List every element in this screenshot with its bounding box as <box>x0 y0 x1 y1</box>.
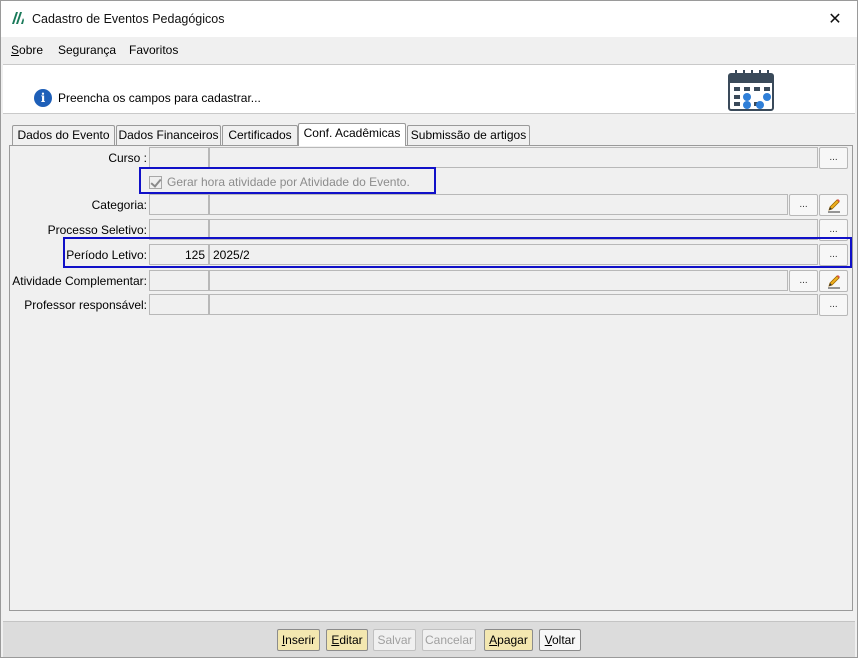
menu-bar: Sobre Segurança Favoritos <box>1 37 857 63</box>
categoria-label: Categoria: <box>91 198 147 212</box>
curso-lookup-button[interactable]: ... <box>819 147 848 169</box>
periodo-letivo-label: Período Letivo: <box>66 248 147 262</box>
tab-dados-financeiros[interactable]: Dados Financeiros <box>116 125 221 145</box>
menu-sobre[interactable]: Sobre <box>11 43 43 57</box>
atividade-complementar-edit-button[interactable] <box>819 270 848 292</box>
professor-responsavel-lookup-button[interactable]: ... <box>819 294 848 316</box>
categoria-lookup-button[interactable]: ... <box>789 194 818 216</box>
atividade-complementar-code-field[interactable] <box>149 270 209 291</box>
tab-dados-do-evento[interactable]: Dados do Evento <box>12 125 115 145</box>
close-icon: ✕ <box>828 11 842 28</box>
curso-label: Curso : <box>108 151 147 165</box>
calendar-icon <box>728 70 774 111</box>
info-panel: i Preencha os campos para cadastrar... <box>3 64 855 114</box>
info-icon: i <box>34 89 52 107</box>
categoria-edit-button[interactable] <box>819 194 848 216</box>
pencil-icon <box>827 199 840 213</box>
professor-responsavel-label: Professor responsável: <box>24 298 147 312</box>
atividade-complementar-label: Atividade Complementar: <box>12 274 147 288</box>
processo-seletivo-label: Processo Seletivo: <box>47 223 147 237</box>
professor-responsavel-name-field[interactable] <box>209 294 818 315</box>
cancelar-button[interactable]: Cancelar <box>422 629 476 651</box>
curso-code-field[interactable] <box>149 147 209 168</box>
gerar-hora-atividade-label: Gerar hora atividade por Atividade do Ev… <box>167 175 410 189</box>
processo-seletivo-name-field[interactable] <box>209 219 818 240</box>
gerar-hora-atividade-row: Gerar hora atividade por Atividade do Ev… <box>149 175 410 189</box>
voltar-button[interactable]: Voltar <box>539 629 581 651</box>
tab-conf-academicas[interactable]: Conf. Acadêmicas <box>298 123 406 146</box>
categoria-name-field[interactable] <box>209 194 788 215</box>
tab-submissao-de-artigos[interactable]: Submissão de artigos <box>407 125 530 145</box>
inserir-button[interactable]: Inserir <box>277 629 320 651</box>
periodo-letivo-code-field[interactable]: 125 <box>149 244 209 265</box>
editar-button[interactable]: Editar <box>326 629 368 651</box>
atividade-complementar-lookup-button[interactable]: ... <box>789 270 818 292</box>
menu-favoritos[interactable]: Favoritos <box>129 43 178 57</box>
app-logo-icon <box>12 12 24 24</box>
professor-responsavel-code-field[interactable] <box>149 294 209 315</box>
atividade-complementar-name-field[interactable] <box>209 270 788 291</box>
salvar-button[interactable]: Salvar <box>373 629 416 651</box>
processo-seletivo-code-field[interactable] <box>149 219 209 240</box>
periodo-letivo-lookup-button[interactable]: ... <box>819 244 848 266</box>
processo-seletivo-lookup-button[interactable]: ... <box>819 219 848 241</box>
categoria-code-field[interactable] <box>149 194 209 215</box>
title-bar: Cadastro de Eventos Pedagógicos ✕ <box>1 1 857 37</box>
periodo-letivo-name-field[interactable]: 2025/2 <box>209 244 818 265</box>
pencil-icon <box>827 275 840 289</box>
info-message: Preencha os campos para cadastrar... <box>58 91 261 105</box>
apagar-button[interactable]: Apagar <box>484 629 533 651</box>
close-button[interactable]: ✕ <box>813 1 857 37</box>
action-bar: Inserir Editar Salvar Cancelar Apagar Vo… <box>3 621 855 657</box>
tab-certificados[interactable]: Certificados <box>222 125 298 145</box>
window-title: Cadastro de Eventos Pedagógicos <box>32 12 225 26</box>
curso-name-field[interactable] <box>209 147 818 168</box>
gerar-hora-atividade-checkbox[interactable] <box>149 175 162 189</box>
menu-seguranca[interactable]: Segurança <box>58 43 116 57</box>
main-window: Cadastro de Eventos Pedagógicos ✕ Sobre … <box>0 0 858 658</box>
